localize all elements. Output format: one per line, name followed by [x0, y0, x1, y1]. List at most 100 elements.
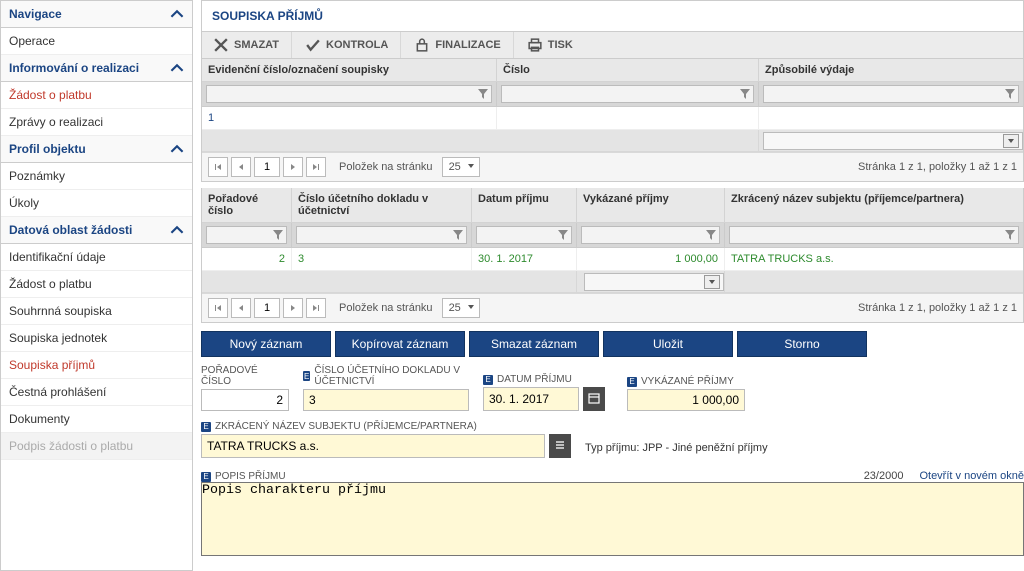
- copy-record-button[interactable]: Kopírovat záznam: [335, 331, 465, 357]
- sidebar-group-label: Informování o realizaci: [9, 61, 139, 75]
- save-button[interactable]: Uložit: [603, 331, 733, 357]
- sidebar-group-informovani[interactable]: Informování o realizaci: [1, 55, 192, 82]
- field-label: POŘADOVÉ ČÍSLO: [201, 365, 289, 387]
- finalize-button[interactable]: FINALIZACE: [403, 32, 513, 58]
- column-header[interactable]: Vykázané příjmy: [577, 188, 725, 223]
- calendar-icon: [588, 392, 600, 407]
- pager-first-button[interactable]: [208, 298, 228, 318]
- sidebar-item-zadost-o-platbu[interactable]: Žádost o platbu: [1, 82, 192, 109]
- check-button[interactable]: KONTROLA: [294, 32, 401, 58]
- pager-prev-button[interactable]: [231, 298, 251, 318]
- pager-last-button[interactable]: [306, 157, 326, 177]
- sidebar-group-datova-oblast[interactable]: Datová oblast žádosti: [1, 217, 192, 244]
- column-header[interactable]: Číslo účetního dokladu v účetnictví: [292, 188, 472, 223]
- chevron-down-icon: [1003, 134, 1019, 148]
- poradove-cislo-input[interactable]: [201, 389, 289, 411]
- new-record-button[interactable]: Nový záznam: [201, 331, 331, 357]
- sidebar-item-souhrnna[interactable]: Souhrnná soupiska: [1, 298, 192, 325]
- delete-record-button[interactable]: Smazat záznam: [469, 331, 599, 357]
- pager-page-input[interactable]: [254, 157, 280, 177]
- cell: 1 000,00: [577, 248, 725, 271]
- table-row[interactable]: 1: [202, 107, 1023, 130]
- filter-input[interactable]: [206, 85, 492, 103]
- pager-prev-button[interactable]: [231, 157, 251, 177]
- filter-input[interactable]: [763, 85, 1019, 103]
- pager-next-button[interactable]: [283, 157, 303, 177]
- toolbar-label: KONTROLA: [326, 39, 388, 51]
- table-row[interactable]: 2 3 30. 1. 2017 1 000,00 TATRA TRUCKS a.…: [202, 248, 1023, 271]
- lock-icon: [415, 38, 429, 52]
- field-label: VYKÁZANÉ PŘÍJMY: [641, 376, 734, 387]
- sidebar-item-poznamky[interactable]: Poznámky: [1, 163, 192, 190]
- sidebar-item-jednotek[interactable]: Soupiska jednotek: [1, 325, 192, 352]
- cell: 2: [202, 248, 292, 271]
- pager-next-button[interactable]: [283, 298, 303, 318]
- chevron-down-icon: [467, 161, 475, 173]
- sidebar-group-label: Navigace: [9, 7, 62, 21]
- filter-input[interactable]: [476, 226, 572, 244]
- grid-soupisky: Evidenční číslo/označení soupisky Číslo …: [201, 59, 1024, 182]
- column-header[interactable]: Číslo: [497, 59, 759, 82]
- sidebar-item-soupiska-prijmu[interactable]: Soupiska příjmů: [1, 352, 192, 379]
- pager-size-select[interactable]: 25: [442, 157, 480, 177]
- filter-input[interactable]: [206, 226, 287, 244]
- datum-prijmu-input[interactable]: [483, 387, 579, 411]
- column-header[interactable]: Evidenční číslo/označení soupisky: [202, 59, 497, 82]
- sidebar-item-zadost-o-platbu-2[interactable]: Žádost o platbu: [1, 271, 192, 298]
- toolbar: SMAZAT KONTROLA FINALIZACE TISK: [201, 31, 1024, 59]
- column-header[interactable]: Datum příjmu: [472, 188, 577, 223]
- pager-size-select[interactable]: 25: [442, 298, 480, 318]
- column-header[interactable]: Zkrácený název subjektu (příjemce/partne…: [725, 188, 1023, 223]
- pager-label: Položek na stránku: [339, 302, 433, 314]
- sidebar-item-ukoly[interactable]: Úkoly: [1, 190, 192, 217]
- chevron-up-icon: [170, 61, 184, 75]
- sidebar-item-identifikacni[interactable]: Identifikační údaje: [1, 244, 192, 271]
- filter-input[interactable]: [501, 85, 754, 103]
- sidebar: Navigace Operace Informování o realizaci…: [0, 0, 193, 571]
- sidebar-group-profil[interactable]: Profil objektu: [1, 136, 192, 163]
- pager-status: Stránka 1 z 1, položky 1 až 1 z 1: [858, 302, 1017, 314]
- column-header[interactable]: Způsobilé výdaje: [759, 59, 1023, 82]
- sidebar-item-operace[interactable]: Operace: [1, 28, 192, 55]
- sidebar-item-podpis: Podpis žádosti o platbu: [1, 433, 192, 460]
- cislo-dokladu-input[interactable]: [303, 389, 469, 411]
- sidebar-item-dokumenty[interactable]: Dokumenty: [1, 406, 192, 433]
- required-icon: E: [483, 375, 493, 385]
- vykazane-prijmy-input[interactable]: [627, 389, 745, 411]
- cell: TATRA TRUCKS a.s.: [725, 248, 1023, 271]
- required-icon: E: [201, 422, 211, 432]
- pager-label: Položek na stránku: [339, 161, 433, 173]
- lookup-button[interactable]: [549, 434, 571, 458]
- aggregate-select[interactable]: [584, 273, 724, 291]
- sidebar-item-cestna[interactable]: Čestná prohlášení: [1, 379, 192, 406]
- print-button[interactable]: TISK: [516, 32, 585, 58]
- filter-input[interactable]: [581, 226, 720, 244]
- pager-last-button[interactable]: [306, 298, 326, 318]
- cancel-button[interactable]: Storno: [737, 331, 867, 357]
- delete-button[interactable]: SMAZAT: [202, 32, 292, 58]
- subjekt-input[interactable]: [201, 434, 545, 458]
- chevron-down-icon: [704, 275, 720, 289]
- typ-prijmu-text: Typ příjmu: JPP - Jiné peněžní příjmy: [585, 442, 768, 458]
- filter-input[interactable]: [296, 226, 467, 244]
- field-label: ZKRÁCENÝ NÁZEV SUBJEKTU (PŘÍJEMCE/PARTNE…: [215, 421, 477, 432]
- sidebar-item-zpravy[interactable]: Zprávy o realizaci: [1, 109, 192, 136]
- filter-input[interactable]: [729, 226, 1019, 244]
- field-label: DATUM PŘÍJMU: [497, 374, 572, 385]
- pager-page-input[interactable]: [254, 298, 280, 318]
- required-icon: E: [303, 371, 310, 381]
- column-header[interactable]: Pořadové číslo: [202, 188, 292, 223]
- aggregate-select[interactable]: [763, 132, 1023, 150]
- chevron-up-icon: [170, 223, 184, 237]
- x-icon: [214, 38, 228, 52]
- pager-first-button[interactable]: [208, 157, 228, 177]
- chevron-down-icon: [467, 302, 475, 314]
- popis-prijmu-textarea[interactable]: [201, 482, 1024, 556]
- calendar-button[interactable]: [583, 387, 605, 411]
- chevron-up-icon: [170, 7, 184, 21]
- sidebar-group-navigace[interactable]: Navigace: [1, 1, 192, 28]
- sidebar-group-label: Datová oblast žádosti: [9, 223, 132, 237]
- cell: 1: [202, 107, 497, 130]
- field-label: ČÍSLO ÚČETNÍHO DOKLADU V ÚČETNICTVÍ: [314, 365, 469, 387]
- open-new-window-link[interactable]: Otevřít v novém okně: [919, 470, 1024, 482]
